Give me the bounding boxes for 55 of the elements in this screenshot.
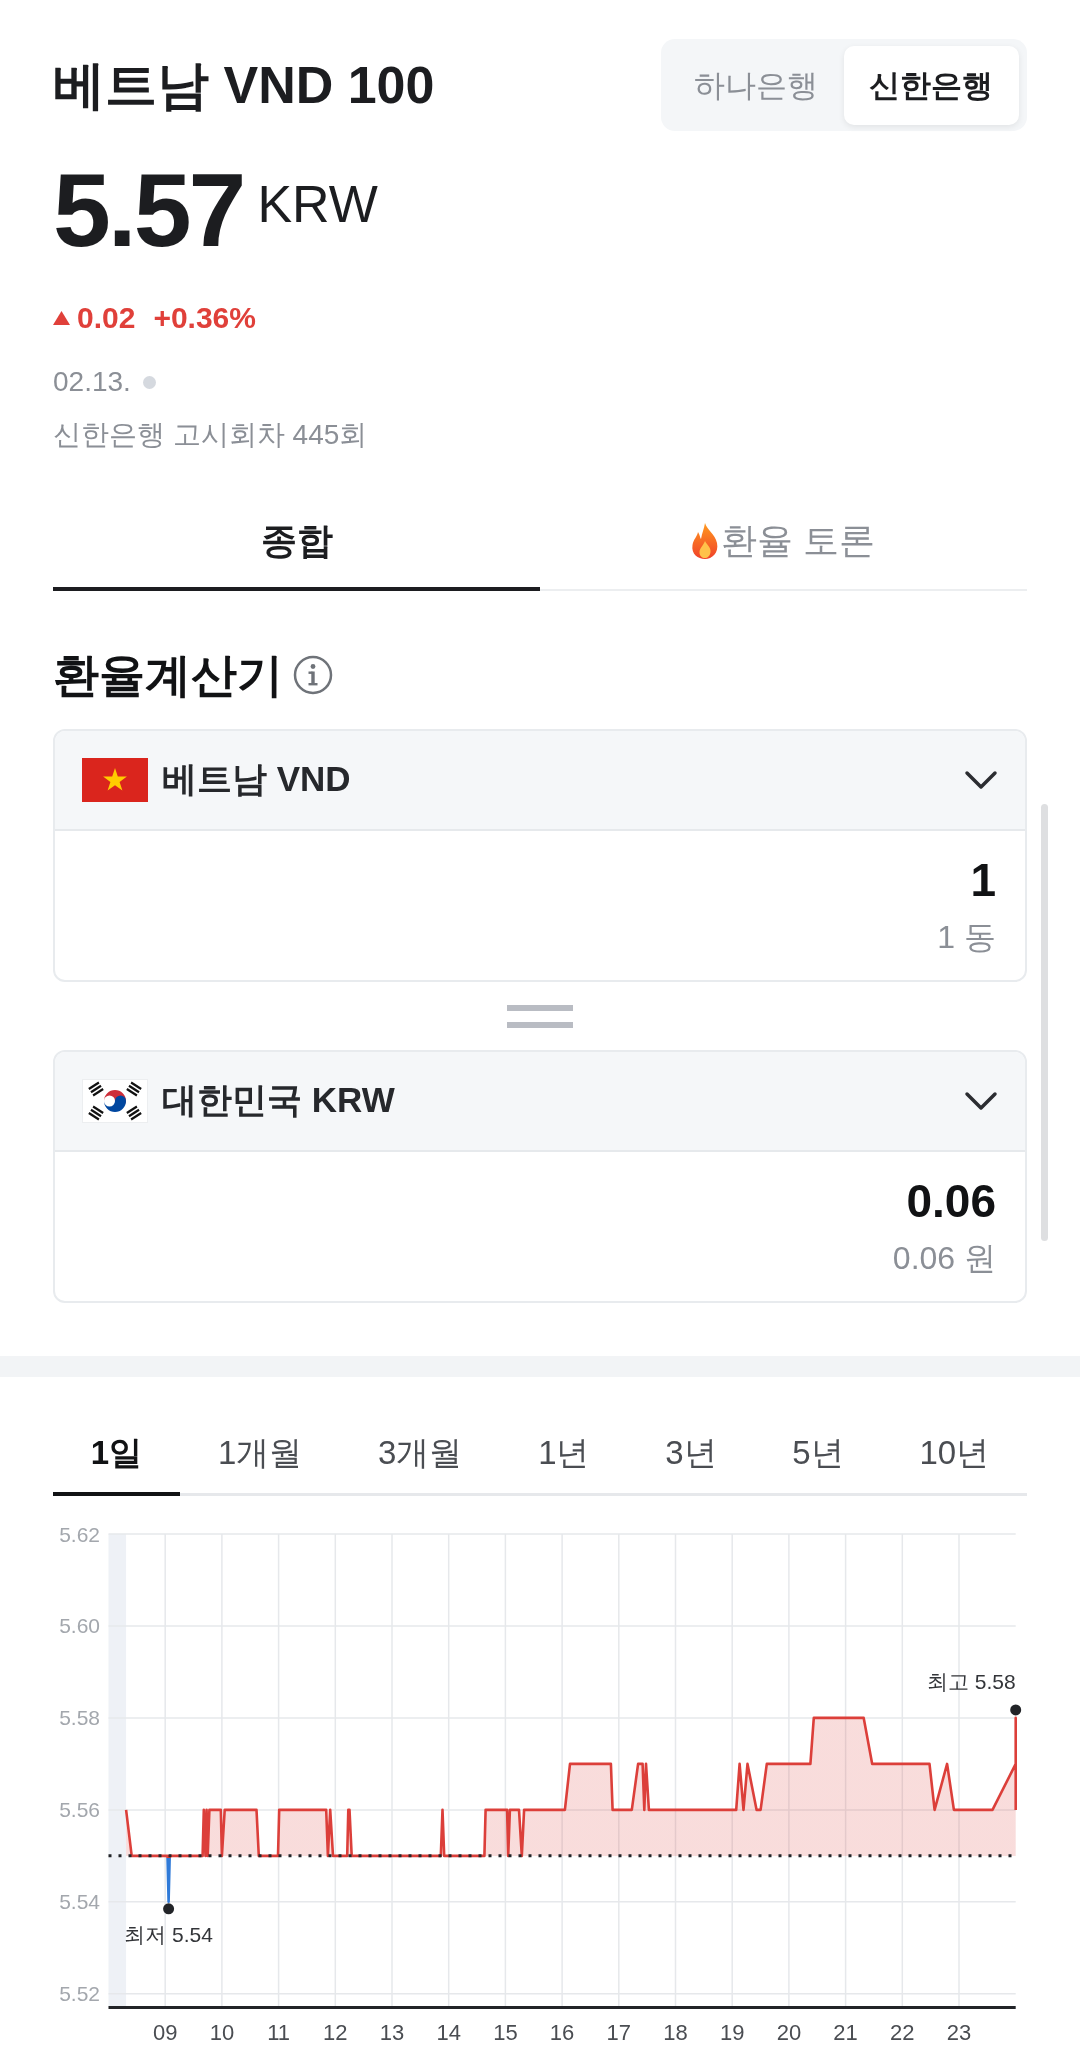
annotation-label: 최저 5.54 — [124, 1923, 213, 1947]
period-tab[interactable]: 3개월 — [340, 1399, 501, 1496]
page-title: 베트남 VND 100 — [53, 59, 435, 111]
period-tab[interactable]: 1년 — [500, 1399, 628, 1496]
y-axis-label: 5.52 — [59, 1982, 100, 2006]
chevron-down-icon — [964, 1089, 998, 1112]
x-axis-label: 20 — [776, 2019, 802, 2045]
x-axis-label: 16 — [549, 2019, 575, 2045]
x-axis-label: 10 — [209, 2019, 235, 2045]
y-axis-label: 5.58 — [59, 1706, 100, 1730]
amount-reading: 1 동 — [937, 920, 996, 953]
point-marker-icon — [163, 1903, 175, 1915]
y-axis-label: 5.62 — [59, 1522, 100, 1546]
annotation-label: 최고 5.58 — [927, 1670, 1016, 1694]
section-heading: 환율계산기 — [53, 651, 283, 698]
y-axis-label: 5.60 — [59, 1614, 100, 1638]
x-axis-label: 09 — [152, 2019, 178, 2045]
amount-input[interactable]: 0.06 — [906, 1177, 996, 1224]
amount-reading: 0.06 원 — [892, 1241, 996, 1274]
point-marker-icon — [1010, 1704, 1022, 1716]
x-axis-label: 13 — [379, 2019, 405, 2045]
price-unit: KRW — [257, 178, 378, 230]
currency-select[interactable]: 베트남 VND — [55, 730, 1025, 831]
flag-icon — [82, 757, 148, 802]
x-axis-label: 11 — [267, 2019, 290, 2045]
x-axis-label: 23 — [946, 2019, 972, 2045]
period-tab[interactable]: 3년 — [627, 1399, 755, 1496]
flag-icon — [82, 1078, 148, 1123]
period-tab[interactable]: 1개월 — [180, 1399, 341, 1496]
change-value: 0.02 — [77, 303, 136, 333]
y-axis-label: 5.54 — [59, 1890, 100, 1914]
price-value: 5.57 — [53, 158, 244, 262]
x-axis-label: 14 — [436, 2019, 461, 2045]
x-axis-label: 22 — [890, 2019, 915, 2045]
x-axis-label: 17 — [606, 2019, 632, 2045]
quote-date: 02.13. — [53, 368, 131, 396]
tab[interactable]: 종합 — [53, 502, 540, 591]
period-tab[interactable]: 5년 — [754, 1399, 882, 1496]
period-tab[interactable]: 10년 — [881, 1399, 1027, 1496]
x-axis-label: 15 — [493, 2019, 518, 2045]
change-percent: +0.36% — [153, 303, 256, 333]
y-axis-label: 5.56 — [59, 1798, 100, 1822]
currency-select[interactable]: 대한민국 KRW — [55, 1051, 1025, 1152]
x-axis-label: 12 — [323, 2019, 348, 2045]
info-icon[interactable] — [293, 654, 333, 695]
bank-option[interactable]: 신한은행 — [843, 46, 1019, 125]
x-axis-label: 19 — [719, 2019, 745, 2045]
x-axis-label: 21 — [833, 2019, 858, 2045]
amount-input[interactable]: 1 — [970, 856, 996, 903]
equals-icon — [507, 1004, 573, 1028]
chevron-down-icon — [964, 768, 998, 791]
notice-text: 신한은행 고시회차 445회 — [53, 420, 369, 451]
x-axis-label: 18 — [663, 2019, 688, 2045]
period-tab[interactable]: 1일 — [53, 1399, 181, 1496]
fire-icon — [691, 522, 720, 559]
